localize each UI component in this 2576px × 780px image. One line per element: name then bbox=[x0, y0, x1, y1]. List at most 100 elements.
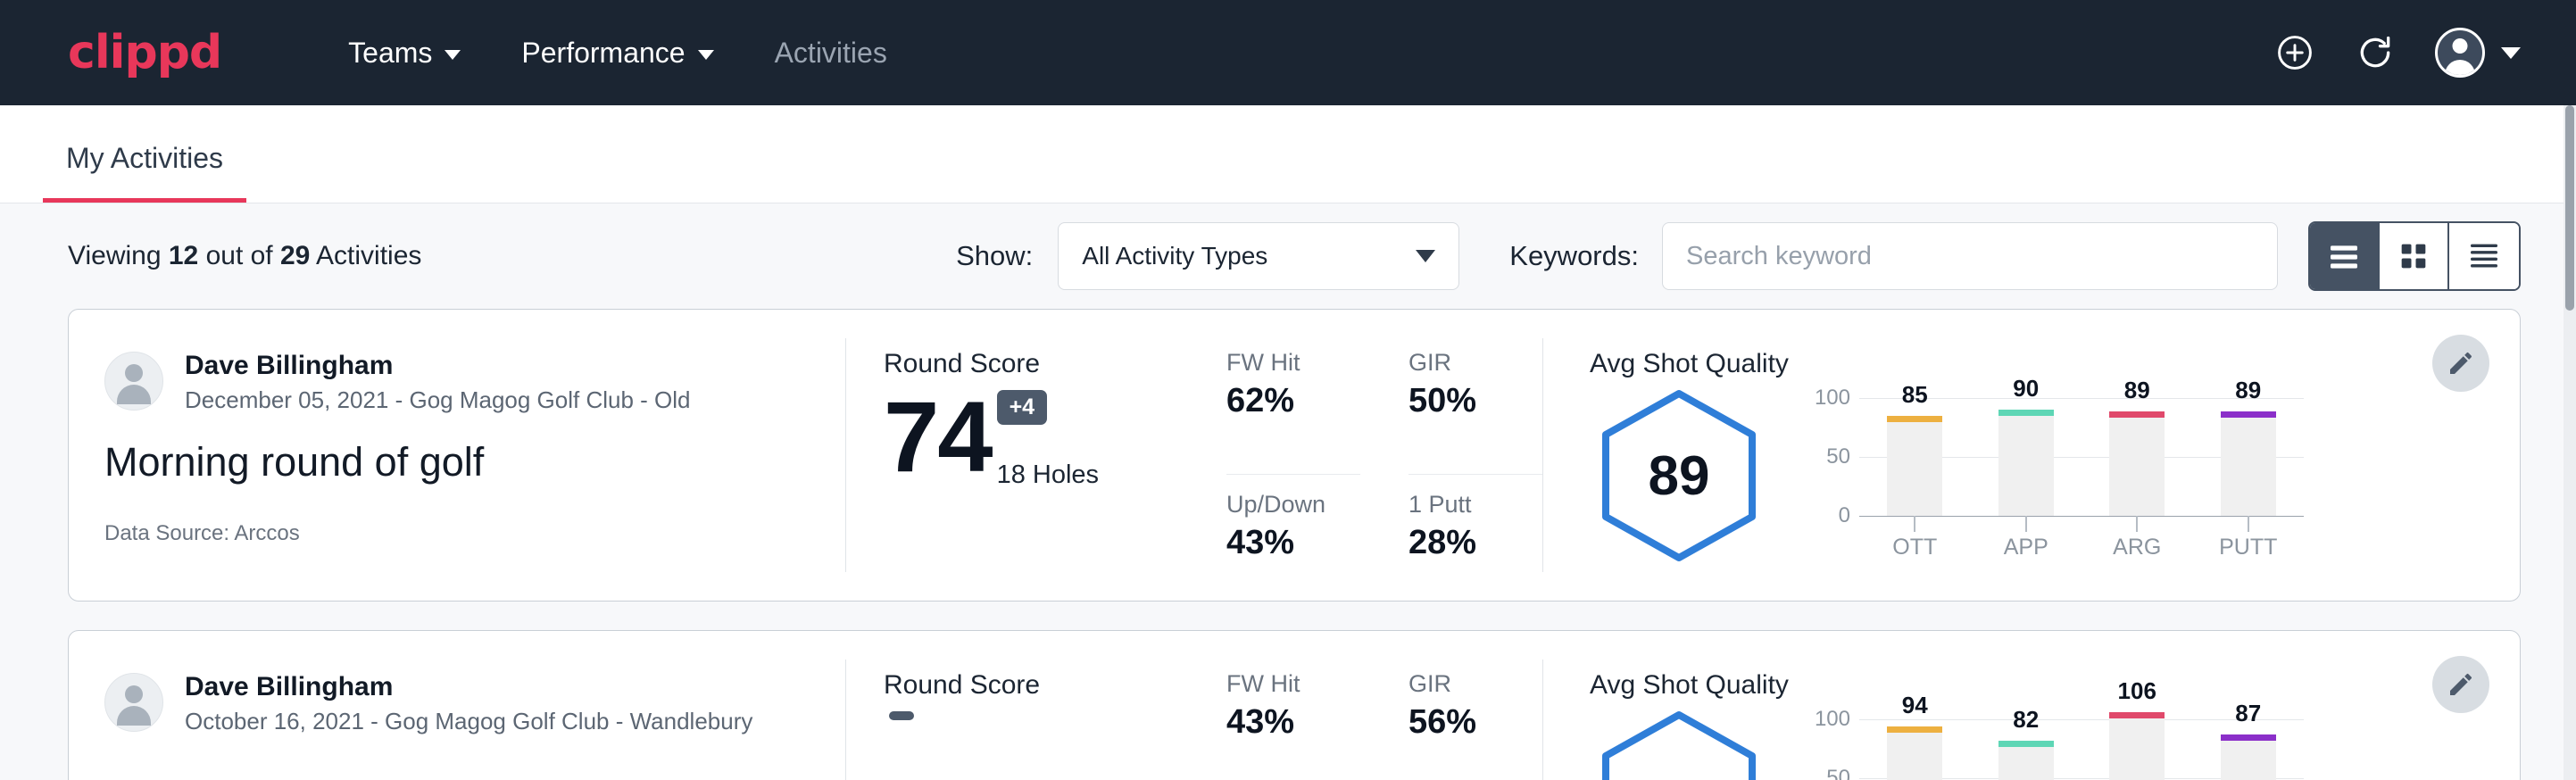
chart-x-tick-label: OTT bbox=[1859, 535, 1971, 560]
activity-info: Dave Billingham December 05, 2021 - Gog … bbox=[69, 310, 845, 601]
chart-x-tick-label: APP bbox=[1971, 535, 2082, 560]
activity-list: Dave Billingham December 05, 2021 - Gog … bbox=[0, 309, 2576, 780]
stat-fw-hit: FW Hit 62% bbox=[1226, 349, 1360, 475]
scrollbar-thumb[interactable] bbox=[2565, 105, 2574, 311]
stat-up-down-value: 43% bbox=[1226, 524, 1360, 562]
chart-y-tick-label: 50 bbox=[1804, 444, 1850, 469]
chart-bars: 94 82 10687 bbox=[1859, 708, 2304, 780]
chart-bar-arg: 89 bbox=[2082, 386, 2193, 516]
stat-one-putt: 1 Putt 28% bbox=[1408, 475, 1542, 602]
chart-bar-ott: 94 bbox=[1859, 708, 1971, 780]
chart-x-labels: OTTAPPARGPUTT bbox=[1859, 535, 2304, 560]
refresh-icon[interactable] bbox=[2355, 32, 2396, 73]
list-view-button[interactable] bbox=[2310, 223, 2380, 289]
author-name: Dave Billingham bbox=[185, 349, 691, 383]
account-avatar-icon bbox=[2435, 28, 2485, 78]
nav-item-activities[interactable]: Activities bbox=[744, 37, 918, 70]
tab-bar: My Activities bbox=[0, 105, 2576, 203]
chart-y-tick-label: 0 bbox=[1804, 503, 1850, 528]
round-score-section: Round Score FW Hit 43% GIR 56% bbox=[846, 631, 1542, 780]
view-mode-toggle bbox=[2308, 221, 2521, 291]
chart-bar-putt: 87 bbox=[2193, 708, 2305, 780]
stat-up-down: Up/Down 43% bbox=[1226, 475, 1360, 602]
chart-bar-ott: 85 bbox=[1859, 386, 1971, 516]
chart-bar-arg: 106 bbox=[2082, 708, 2193, 780]
avatar bbox=[104, 352, 163, 411]
chart-bar-value: 82 bbox=[2013, 706, 2039, 734]
chart-bar-value: 89 bbox=[2124, 377, 2150, 404]
chart-y-tick-label: 50 bbox=[1804, 766, 1850, 780]
edit-activity-button[interactable] bbox=[2432, 656, 2489, 713]
viewing-count-text: Viewing 12 out of 29 Activities bbox=[68, 241, 421, 271]
chart-bars: 85908989 bbox=[1859, 386, 2304, 516]
activity-info: Dave Billingham October 16, 2021 - Gog M… bbox=[69, 631, 845, 780]
activity-type-select[interactable]: All Activity Types bbox=[1058, 222, 1459, 290]
round-stats-grid: FW Hit 62% GIR 50% Up/Down 43% 1 Putt 28… bbox=[1226, 349, 1542, 601]
shot-quality-hexagon bbox=[1590, 708, 1786, 780]
grid-view-button[interactable] bbox=[2380, 223, 2449, 289]
chart-bar-putt: 89 bbox=[2193, 386, 2305, 516]
nav-item-activities-label: Activities bbox=[775, 37, 887, 70]
viewing-count: 12 bbox=[169, 241, 198, 270]
activity-data-source: Data Source: Arccos bbox=[104, 521, 845, 546]
nav-item-teams[interactable]: Teams bbox=[318, 37, 491, 70]
tab-my-activities[interactable]: My Activities bbox=[43, 142, 246, 203]
page-scrollbar[interactable] bbox=[2564, 105, 2576, 780]
chart-x-ticks bbox=[1859, 516, 2304, 532]
clippd-logo[interactable]: clippd bbox=[68, 29, 221, 76]
chart-bar-value: 85 bbox=[1902, 381, 1928, 409]
main-nav: Teams Performance Activities bbox=[318, 37, 918, 70]
stat-gir-label: GIR bbox=[1408, 349, 1542, 377]
keywords-label: Keywords: bbox=[1509, 240, 1639, 272]
top-navbar: clippd Teams Performance Activities bbox=[0, 0, 2576, 105]
holes-played: 18 Holes bbox=[997, 461, 1099, 490]
chart-y-tick-label: 100 bbox=[1804, 386, 1850, 411]
chevron-down-icon bbox=[1416, 250, 1435, 262]
score-to-par-badge bbox=[889, 711, 914, 720]
avg-shot-quality-section: Avg Shot Quality 100500948210687OTTAPPAR… bbox=[1543, 631, 2520, 780]
stat-one-putt-label: 1 Putt bbox=[1408, 491, 1542, 519]
round-score-section: Round Score 74 +4 18 Holes FW Hit 62% GI… bbox=[846, 310, 1542, 601]
chevron-down-icon bbox=[698, 50, 714, 60]
chart-bar-app: 82 bbox=[1971, 708, 2082, 780]
stat-one-putt-value: 28% bbox=[1408, 524, 1542, 562]
author-name: Dave Billingham bbox=[185, 670, 752, 704]
chart-bar-app: 90 bbox=[1971, 386, 2082, 516]
activity-type-select-value: All Activity Types bbox=[1082, 242, 1267, 270]
stat-gir: GIR 50% bbox=[1408, 349, 1542, 475]
chevron-down-icon bbox=[2501, 47, 2521, 59]
nav-item-performance-label: Performance bbox=[521, 37, 685, 70]
viewing-mid: out of bbox=[198, 241, 280, 270]
stat-gir: GIR 56% bbox=[1408, 670, 1542, 780]
filter-bar: Viewing 12 out of 29 Activities Show: Al… bbox=[0, 203, 2576, 309]
score-to-par-badge: +4 bbox=[997, 390, 1048, 425]
round-score-label: Round Score bbox=[884, 349, 1214, 379]
activity-author: Dave Billingham October 16, 2021 - Gog M… bbox=[104, 670, 845, 735]
chart-bar-value: 90 bbox=[2013, 375, 2039, 402]
activity-card[interactable]: Dave Billingham October 16, 2021 - Gog M… bbox=[68, 630, 2521, 780]
avg-shot-quality-label: Avg Shot Quality bbox=[1590, 670, 2520, 701]
stat-gir-value: 50% bbox=[1408, 382, 1542, 420]
stat-fw-hit-value: 43% bbox=[1226, 703, 1360, 742]
chart-bar-value: 94 bbox=[1902, 692, 1928, 719]
chart-x-tick-label: ARG bbox=[2082, 535, 2193, 560]
activity-card[interactable]: Dave Billingham December 05, 2021 - Gog … bbox=[68, 309, 2521, 602]
navbar-actions bbox=[2274, 28, 2521, 78]
stat-fw-hit-label: FW Hit bbox=[1226, 349, 1360, 377]
chevron-down-icon bbox=[445, 50, 461, 60]
avatar bbox=[104, 673, 163, 732]
nav-item-teams-label: Teams bbox=[348, 37, 432, 70]
account-menu[interactable] bbox=[2435, 28, 2521, 78]
search-input[interactable]: Search keyword bbox=[1662, 222, 2278, 290]
compact-view-button[interactable] bbox=[2449, 223, 2519, 289]
avg-shot-quality-value bbox=[1590, 708, 1768, 780]
shot-quality-hexagon: 89 bbox=[1590, 386, 1786, 565]
activity-author: Dave Billingham December 05, 2021 - Gog … bbox=[104, 349, 845, 414]
edit-activity-button[interactable] bbox=[2432, 335, 2489, 392]
viewing-total: 29 bbox=[280, 241, 310, 270]
nav-item-performance[interactable]: Performance bbox=[491, 37, 744, 70]
plus-circle-icon[interactable] bbox=[2274, 32, 2315, 73]
filter-controls: Show: All Activity Types Keywords: Searc… bbox=[956, 221, 2521, 291]
round-score-label: Round Score bbox=[884, 670, 1214, 701]
avg-shot-quality-section: Avg Shot Quality 89 10050085908989OTTAPP… bbox=[1543, 310, 2520, 601]
